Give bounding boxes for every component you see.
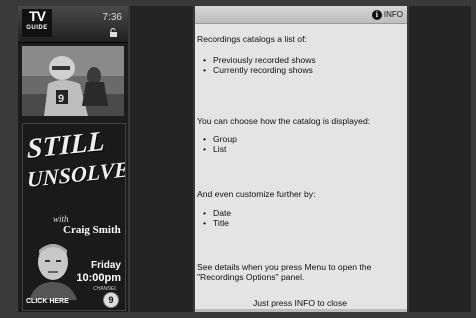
list-item: Date	[203, 208, 231, 218]
info-panel-header: i INFO	[195, 6, 407, 24]
lock-icon	[110, 28, 117, 37]
host-portrait-image	[25, 236, 81, 300]
info-section-customize: And even customize further by:	[197, 189, 316, 199]
info-panel-footer	[195, 309, 407, 312]
list-item: Previously recorded shows	[203, 55, 316, 65]
tv-screen: TV GUIDE 7:36 9 STILL UNSOLVED with Crai…	[0, 0, 476, 318]
recordings-list: Previously recorded shows Currently reco…	[197, 55, 316, 75]
ad-with-text: with	[53, 214, 69, 224]
info-label: INFO	[383, 10, 403, 19]
logo-guide-text: GUIDE	[26, 25, 48, 31]
customize-options-list: Date Title	[197, 208, 231, 228]
info-section-display: You can choose how the catalog is displa…	[197, 116, 371, 126]
guide-background-panel	[130, 6, 193, 312]
live-video-preview[interactable]: 9	[22, 46, 124, 116]
list-item: List	[203, 144, 237, 154]
ad-host-name: Craig Smith	[63, 224, 121, 236]
list-item: Group	[203, 134, 237, 144]
svg-text:9: 9	[58, 93, 64, 105]
info-icon: i	[371, 9, 382, 20]
info-button-hint[interactable]: i INFO	[371, 9, 403, 20]
guide-header: TV GUIDE 7:36	[18, 6, 128, 43]
display-options-list: Group List	[197, 134, 237, 154]
info-panel: i INFO Recordings catalogs a list of: Pr…	[195, 6, 407, 312]
ad-time: 10:00pm	[76, 272, 121, 284]
clock: 7:36	[102, 12, 122, 23]
ad-title: STILL UNSOLVED	[27, 125, 125, 195]
tv-guide-logo: TV GUIDE	[22, 9, 52, 37]
list-item: Currently recording shows	[203, 65, 316, 75]
channel-badge: 9	[103, 292, 119, 308]
ad-day: Friday	[90, 260, 121, 271]
guide-right-panel	[409, 6, 471, 312]
guide-sidebar: TV GUIDE 7:36 9 STILL UNSOLVED with Crai…	[18, 6, 128, 312]
info-section-details: See details when you press Menu to open …	[197, 262, 372, 282]
list-item: Title	[203, 218, 231, 228]
football-player-image: 9	[22, 46, 124, 116]
promo-ad[interactable]: STILL UNSOLVED with Craig Smith Friday 1…	[22, 123, 126, 311]
ad-channel-label: CHANNEL	[93, 286, 117, 292]
logo-tv-text: TV	[29, 8, 46, 24]
info-section-recordings: Recordings catalogs a list of:	[197, 34, 307, 44]
close-hint: Just press INFO to close	[252, 298, 348, 308]
click-here-button[interactable]: CLICK HERE	[26, 298, 69, 305]
